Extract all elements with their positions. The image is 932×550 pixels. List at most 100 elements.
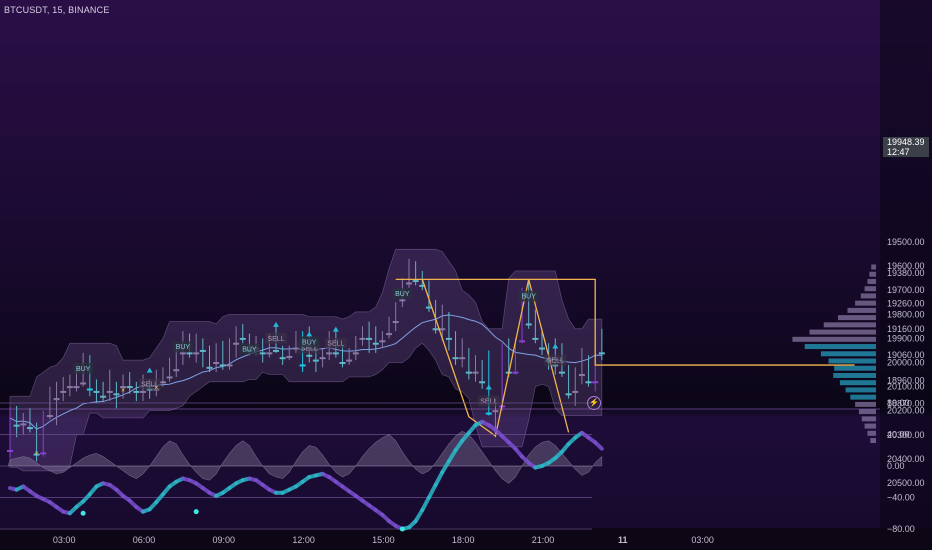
- volume-profile-bar: [839, 380, 876, 386]
- oscillator-tick-label: 80.00: [887, 398, 910, 408]
- price-band: [9, 248, 603, 472]
- candle-body: [572, 390, 579, 393]
- candle-body: [126, 386, 133, 389]
- time-tick-label: 18:00: [452, 535, 475, 545]
- candle-body: [20, 423, 27, 426]
- candle-body: [352, 352, 359, 355]
- volume-profile-bar: [834, 365, 876, 371]
- buy-label: BUY: [76, 366, 91, 373]
- candle-body: [445, 337, 452, 340]
- chart-stage[interactable]: 20500.00 20400.00 20300.00 20200.00 20100.00…: [0, 0, 932, 550]
- lightning-icon[interactable]: ⚡: [587, 396, 601, 410]
- volume-profile-bar: [833, 372, 876, 378]
- candle-body: [392, 321, 399, 324]
- candle-body: [598, 352, 605, 355]
- price-tick-label: 20500.00: [887, 478, 925, 488]
- price-tick-label: 19160.00: [887, 324, 925, 334]
- candle-body: [106, 390, 113, 393]
- bar-countdown: 12:47: [887, 147, 910, 157]
- candle-body: [558, 371, 565, 374]
- candle-body: [226, 364, 233, 367]
- price-tick-label: 19900.00: [887, 333, 925, 343]
- price-tick-label: 19260.00: [887, 299, 925, 309]
- buy-label: BUY: [521, 294, 536, 301]
- candle-body: [199, 349, 206, 352]
- candle-body: [366, 337, 373, 340]
- volume-profile-bar: [855, 300, 876, 306]
- oscillator-tick-label: 0.00: [887, 461, 905, 471]
- volume-profile-bar: [792, 336, 876, 342]
- candle-body: [565, 393, 572, 396]
- x-marker: ×: [121, 388, 125, 395]
- candle-body: [465, 371, 472, 374]
- candle-body: [459, 357, 466, 360]
- candle-body: [326, 352, 333, 355]
- time-tick-label: 15:00: [372, 535, 395, 545]
- candle-body: [159, 381, 166, 384]
- candle-body: [93, 390, 100, 393]
- candle-body: [432, 328, 439, 331]
- price-tick-label: 19500.00: [887, 237, 925, 247]
- buy-label: BUY: [302, 339, 317, 346]
- volume-profile-bar: [860, 293, 876, 299]
- x-marker: ×: [35, 450, 39, 457]
- volume-profile-bar: [850, 394, 876, 400]
- candle-body: [46, 415, 53, 418]
- candle-body: [406, 282, 412, 285]
- candle-body: [166, 376, 173, 379]
- candle-body: [479, 381, 486, 384]
- buy-label: BUY: [242, 347, 257, 354]
- candle-body: [259, 352, 266, 355]
- candle-body: [40, 452, 47, 455]
- time-tick-label: 21:00: [532, 535, 555, 545]
- volume-profile-bar: [864, 423, 876, 429]
- candle-body: [113, 393, 120, 396]
- price-tick-label: 19800.00: [887, 309, 925, 319]
- oscillator-wave-segment: [433, 470, 445, 487]
- candle-body: [213, 362, 220, 364]
- candle-body: [292, 347, 299, 350]
- oscillator-dot: [193, 509, 199, 515]
- candle-body: [286, 355, 293, 358]
- candle-body: [312, 359, 319, 362]
- price-tick-label: 19380.00: [887, 268, 925, 278]
- candle-body: [206, 366, 213, 369]
- candle-body: [492, 410, 499, 413]
- candle-body: [26, 427, 33, 430]
- candle-body: [472, 371, 479, 374]
- oscillator-dot: [399, 526, 405, 532]
- oscillator-wave-segment: [426, 482, 438, 500]
- candle-body: [186, 352, 193, 355]
- volume-profile-bar: [804, 344, 876, 350]
- candle-body: [592, 381, 599, 384]
- volume-profile-bar: [871, 264, 876, 270]
- volume-profile-bar: [861, 416, 876, 422]
- candle-body: [532, 337, 539, 340]
- volume-profile-bar: [838, 315, 876, 321]
- volume-profile-bar: [867, 278, 876, 284]
- sell-label: SELL: [267, 336, 284, 343]
- time-tick-label: 09:00: [213, 535, 236, 545]
- sell-label: SELL: [327, 341, 344, 348]
- price-tick-label: 19700.00: [887, 285, 925, 295]
- volume-profile-bar: [855, 401, 876, 407]
- volume-profile-bar: [864, 286, 876, 292]
- candle-body: [53, 398, 60, 401]
- candle-body: [386, 333, 393, 336]
- candle-body: [412, 280, 419, 283]
- volume-profile-bar: [847, 307, 876, 313]
- candle-body: [439, 328, 446, 331]
- chart-canvas[interactable]: 20500.0020400.0020300.0020200.0020100.00…: [0, 0, 932, 550]
- volume-profile-bar: [869, 271, 876, 277]
- time-tick-label: 11: [618, 535, 628, 545]
- oscillator-tick-label: 40.00: [887, 430, 910, 440]
- oscillator-dot: [80, 510, 86, 516]
- volume-profile-bar: [845, 387, 876, 393]
- symbol-label[interactable]: BTCUSDT, 15, BINANCE: [4, 5, 110, 15]
- candle-body: [512, 371, 519, 374]
- candle-body: [359, 337, 366, 340]
- volume-profile-bar: [823, 322, 876, 328]
- candle-body: [233, 342, 240, 345]
- candle-body: [60, 390, 67, 393]
- candle-body: [133, 390, 140, 393]
